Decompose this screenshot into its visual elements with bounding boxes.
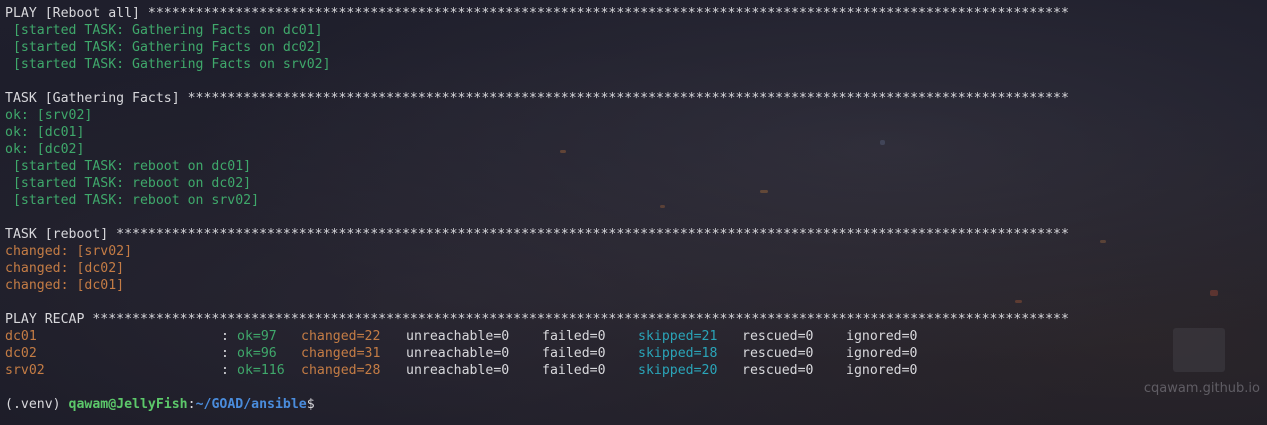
changed-line: changed: [dc01] bbox=[5, 278, 125, 293]
ok-line: ok: [dc02] bbox=[5, 142, 85, 157]
started-task-line: [started TASK: reboot on dc01] bbox=[5, 159, 252, 174]
recap-ignored: ignored=0 bbox=[846, 346, 918, 361]
recap-changed: changed=28 bbox=[301, 363, 381, 378]
task-header: TASK [Gathering Facts] *****************… bbox=[5, 91, 1069, 106]
changed-line: changed: [srv02] bbox=[5, 244, 133, 259]
recap-colon: : bbox=[221, 329, 229, 344]
recap-changed: changed=31 bbox=[301, 346, 381, 361]
ok-line: ok: [dc01] bbox=[5, 125, 85, 140]
prompt-venv: (.venv) bbox=[5, 397, 69, 412]
recap-host: srv02 bbox=[5, 363, 45, 378]
recap-unreachable: unreachable=0 bbox=[406, 363, 510, 378]
shell-prompt[interactable]: (.venv) qawam@JellyFish:~/GOAD/ansible$ bbox=[5, 396, 1267, 413]
recap-unreachable: unreachable=0 bbox=[406, 346, 510, 361]
task-header: TASK [reboot] **************************… bbox=[5, 227, 1069, 242]
recap-colon: : bbox=[221, 363, 229, 378]
started-task-line: [started TASK: Gathering Facts on dc02] bbox=[5, 40, 323, 55]
recap-ignored: ignored=0 bbox=[846, 363, 918, 378]
recap-ok: ok=97 bbox=[237, 329, 277, 344]
prompt-user-host: qawam@JellyFish bbox=[68, 397, 188, 412]
started-task-line: [started TASK: reboot on dc02] bbox=[5, 176, 252, 191]
recap-header: PLAY RECAP *****************************… bbox=[5, 312, 1069, 327]
recap-rescued: rescued=0 bbox=[742, 329, 814, 344]
recap-failed: failed=0 bbox=[542, 346, 606, 361]
recap-unreachable: unreachable=0 bbox=[406, 329, 510, 344]
recap-changed: changed=22 bbox=[301, 329, 381, 344]
recap-ignored: ignored=0 bbox=[846, 329, 918, 344]
recap-host: dc01 bbox=[5, 329, 37, 344]
recap-failed: failed=0 bbox=[542, 363, 606, 378]
terminal-output[interactable]: PLAY [Reboot all] **********************… bbox=[5, 5, 1267, 413]
recap-host: dc02 bbox=[5, 346, 37, 361]
recap-failed: failed=0 bbox=[542, 329, 606, 344]
recap-skipped: skipped=20 bbox=[638, 363, 718, 378]
recap-rescued: rescued=0 bbox=[742, 346, 814, 361]
prompt-symbol: $ bbox=[306, 397, 315, 412]
recap-ok: ok=96 bbox=[237, 346, 277, 361]
started-task-line: [started TASK: reboot on srv02] bbox=[5, 193, 260, 208]
prompt-separator: : bbox=[187, 397, 196, 412]
recap-row: dc01 : ok=97 changed=22 unreachable=0 fa… bbox=[5, 328, 1267, 345]
recap-rescued: rescued=0 bbox=[742, 363, 814, 378]
recap-row: srv02 : ok=116 changed=28 unreachable=0 … bbox=[5, 362, 1267, 379]
watermark: cqawam.github.io bbox=[1143, 381, 1260, 396]
recap-colon: : bbox=[221, 346, 229, 361]
play-header: PLAY [Reboot all] **********************… bbox=[5, 6, 1069, 21]
started-task-line: [started TASK: Gathering Facts on dc01] bbox=[5, 23, 323, 38]
recap-ok: ok=116 bbox=[237, 363, 285, 378]
changed-line: changed: [dc02] bbox=[5, 261, 125, 276]
recap-skipped: skipped=18 bbox=[638, 346, 718, 361]
ok-line: ok: [srv02] bbox=[5, 108, 93, 123]
prompt-path: ~/GOAD/ansible bbox=[195, 397, 307, 412]
recap-skipped: skipped=21 bbox=[638, 329, 718, 344]
started-task-line: [started TASK: Gathering Facts on srv02] bbox=[5, 57, 331, 72]
recap-row: dc02 : ok=96 changed=31 unreachable=0 fa… bbox=[5, 345, 1267, 362]
